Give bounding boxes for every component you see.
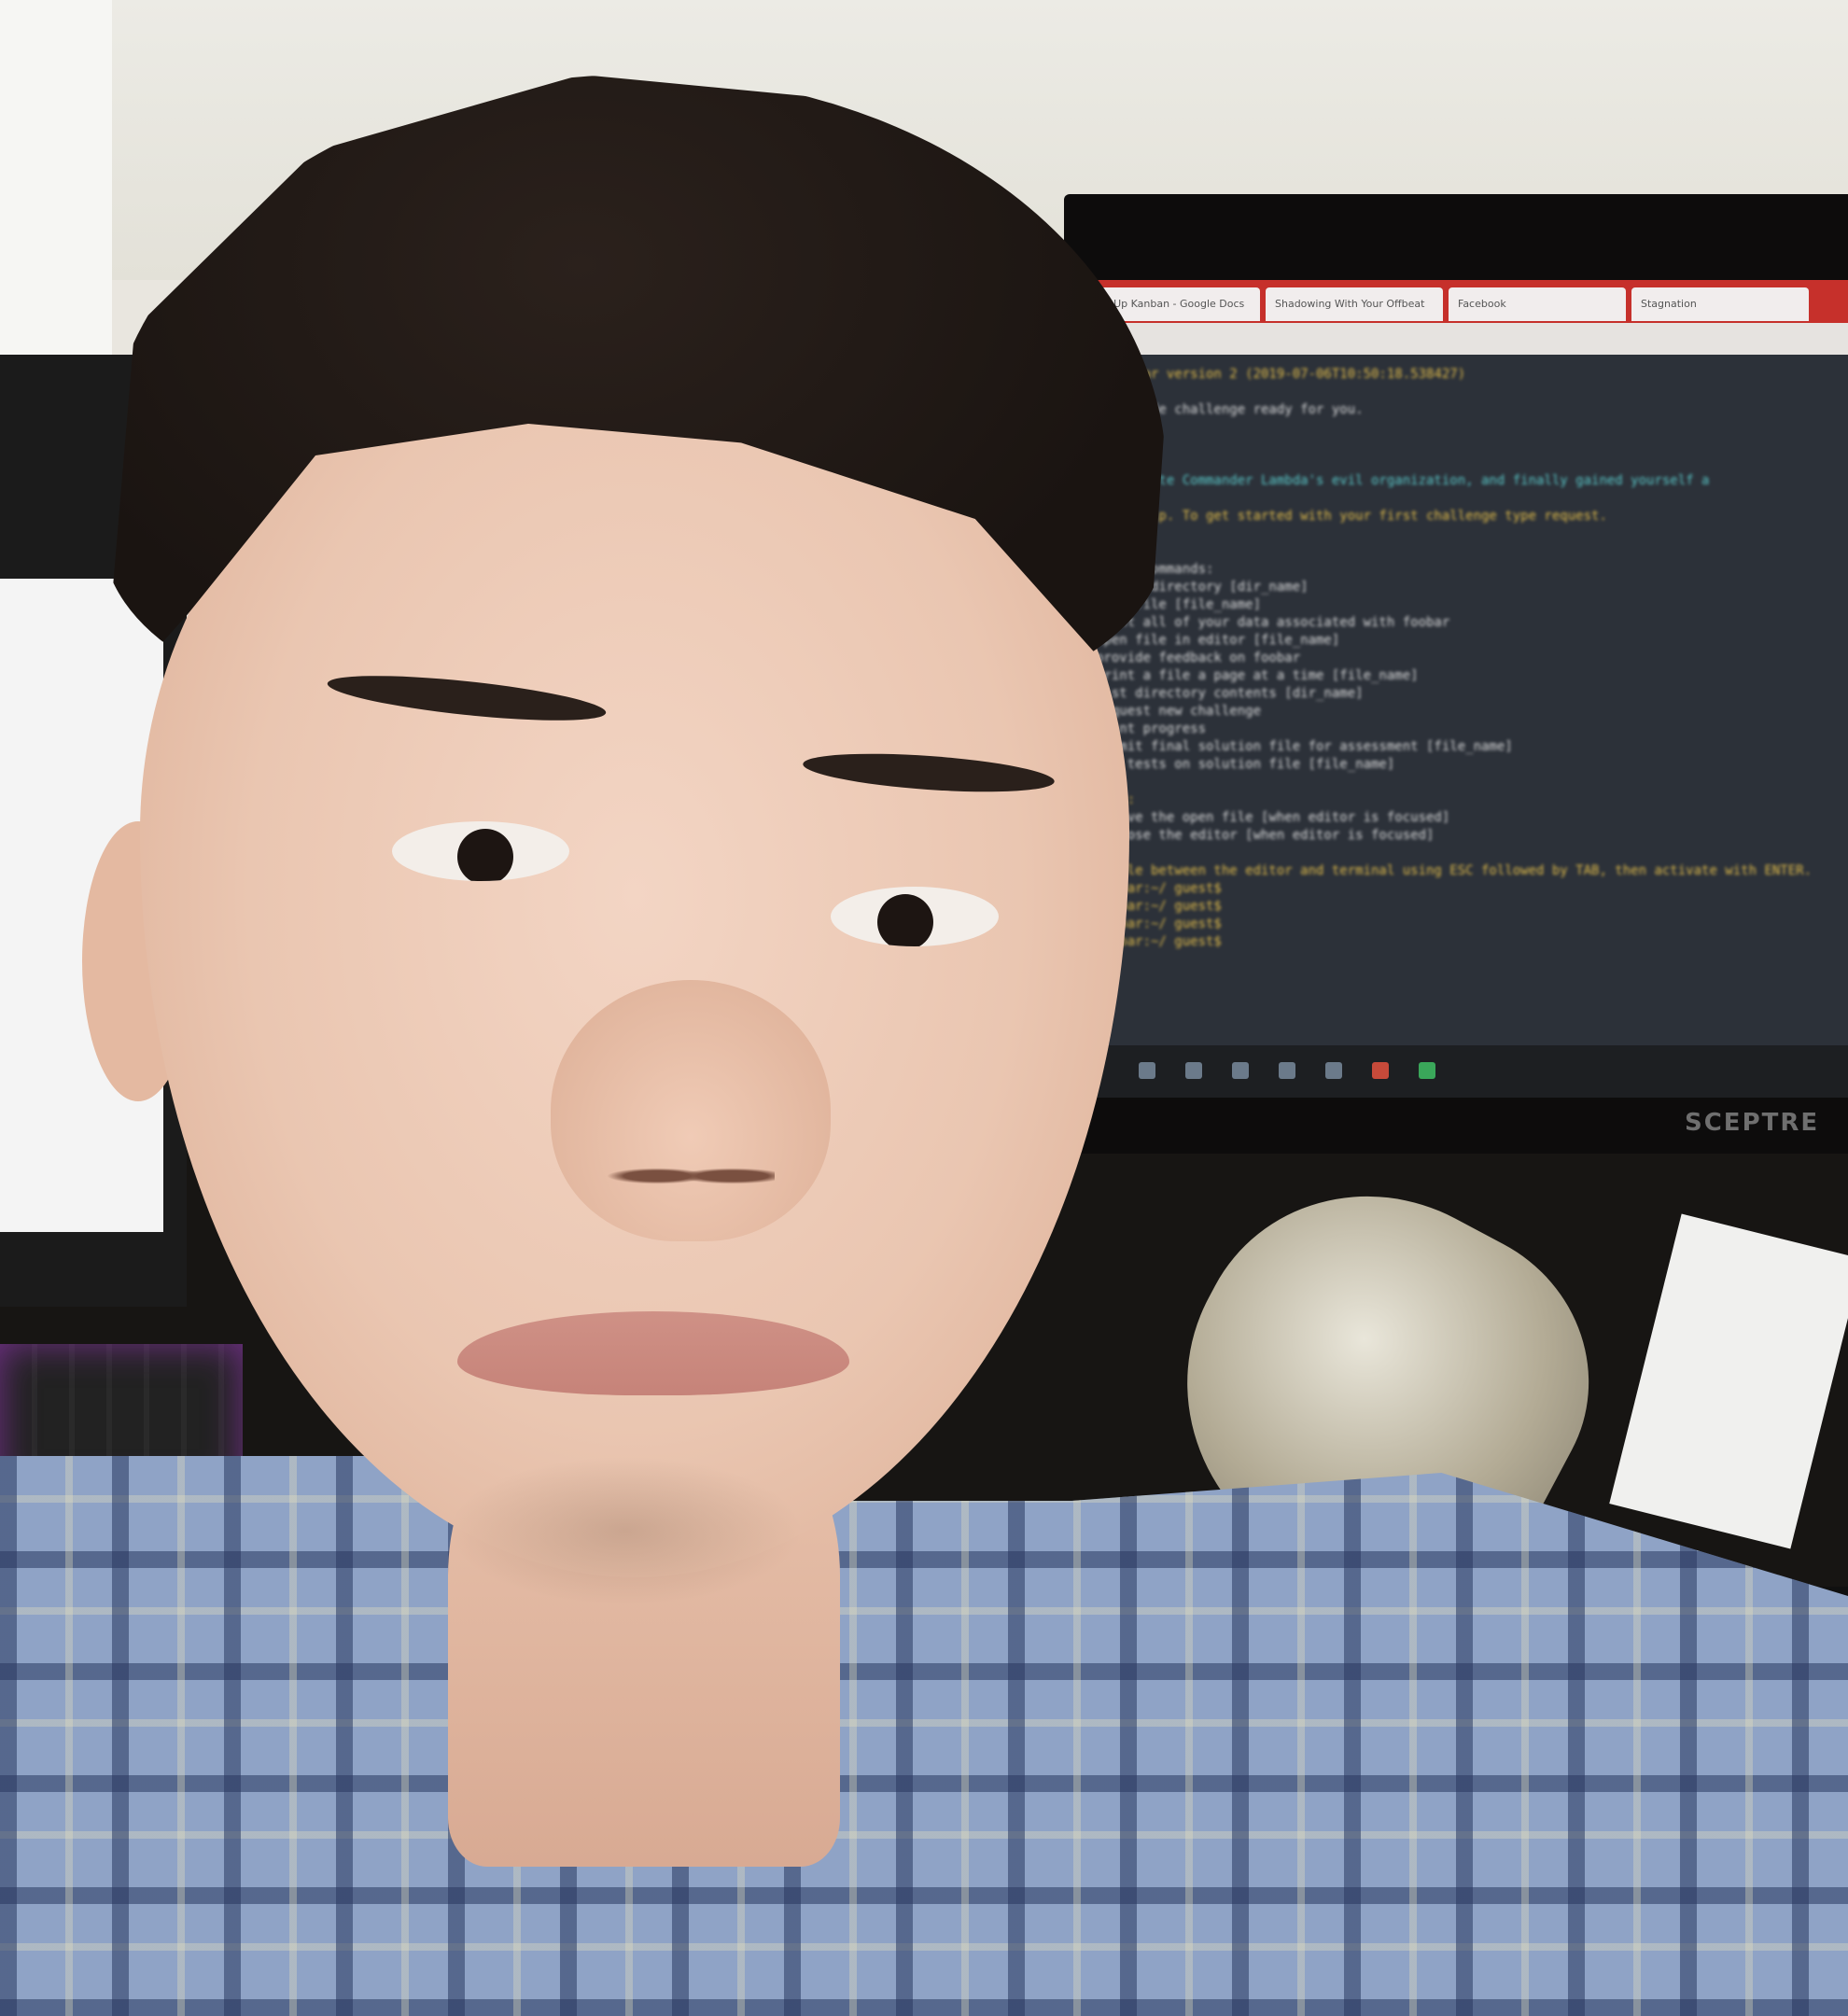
terminal-line: provide feedback on foobar [1096, 651, 1301, 665]
terminal-line: foobar:~/ guest$ [1096, 881, 1222, 896]
terminal-line: Infiltrate Commander Lambda's evil organ… [1096, 473, 1710, 488]
chin-stubble [448, 1456, 803, 1605]
terminal-line: - close the editor [when editor is focus… [1096, 828, 1435, 843]
terminal-line: Your code challenge ready for you. [1096, 402, 1364, 417]
terminal-line: print all of your data associated with f… [1096, 615, 1450, 630]
plaid-shirt [0, 1456, 1848, 2016]
taskbar-app-icon [1185, 1062, 1202, 1079]
terminal-line: change directory [dir_name] [1096, 580, 1309, 595]
terminal-line: toggle between the editor and terminal u… [1096, 863, 1813, 878]
taskbar-app-icon [1325, 1062, 1342, 1079]
taskbar-app-icon [1279, 1062, 1295, 1079]
photo-scene: Get Up Kanban - Google Docs Shadowing Wi… [0, 0, 1848, 2016]
taskbar-app-icon [1419, 1062, 1435, 1079]
taskbar-app-icon [1372, 1062, 1389, 1079]
terminal-line: submit final solution file for assessmen… [1096, 739, 1513, 754]
terminal-line: print a file a page at a time [file_name… [1096, 668, 1419, 683]
nostrils [607, 1157, 775, 1195]
browser-tab: Stagnation [1631, 287, 1809, 321]
taskbar-app-icon [1232, 1062, 1249, 1079]
terminal-line: run tests on solution file [file_name] [1096, 757, 1395, 772]
terminal-line: type help. To get started with your firs… [1096, 509, 1607, 524]
terminal-line: ~ bambar version 2 (2019-07-06T10:50:18.… [1096, 367, 1466, 382]
terminal-line: list file [file_name] [1096, 597, 1262, 612]
iris [457, 829, 513, 881]
terminal-line: list directory contents [dir_name] [1096, 686, 1364, 701]
browser-tab-bar: Get Up Kanban - Google Docs Shadowing Wi… [1083, 280, 1848, 323]
terminal-line: print progress [1096, 721, 1207, 736]
nose [551, 980, 831, 1241]
iris [877, 894, 933, 946]
terminal-line: shell commands: [1096, 562, 1214, 577]
monitor-screen: Get Up Kanban - Google Docs Shadowing Wi… [1083, 280, 1848, 1098]
taskbar [1083, 1045, 1848, 1098]
terminal-line: - save the open file [when editor is foc… [1096, 810, 1450, 825]
bookmarks-bar [1083, 323, 1848, 355]
terminal-line: foobar:~/ guest$ [1096, 917, 1222, 931]
browser-tab: Facebook [1449, 287, 1626, 321]
terminal-line: open file in editor [file_name] [1096, 633, 1340, 648]
terminal-line: foobar:~/ guest$ [1096, 899, 1222, 914]
terminal-line: foobar:~/ guest$ [1096, 934, 1222, 949]
browser-tab: Shadowing With Your Offbeat [1266, 287, 1443, 321]
left-eye [392, 821, 569, 881]
monitor-brand-logo: SCEPTRE [1685, 1109, 1820, 1137]
terminal-output: ~ bambar version 2 (2019-07-06T10:50:18.… [1083, 355, 1848, 1045]
terminal-line: request new challenge [1096, 704, 1262, 719]
terminal-line: ... [1096, 437, 1835, 455]
right-eye [831, 887, 999, 946]
terminal-line: help [1096, 543, 1835, 561]
terminal-line: help: [1096, 791, 1835, 809]
taskbar-app-icon [1139, 1062, 1155, 1079]
